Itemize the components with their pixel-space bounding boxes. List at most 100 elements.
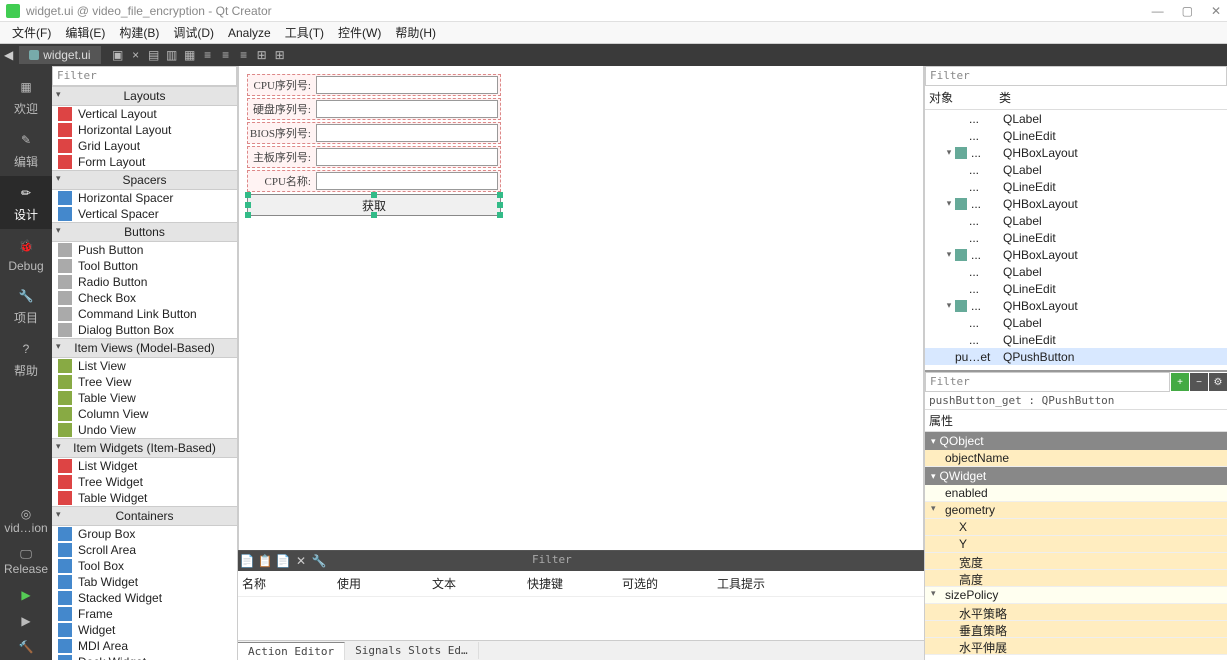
- widget-item[interactable]: Check Box: [52, 290, 237, 306]
- toolbar-icon[interactable]: ≡: [201, 48, 215, 62]
- action-column[interactable]: 文本: [432, 573, 527, 594]
- widget-category[interactable]: Buttons: [52, 222, 237, 242]
- expand-icon[interactable]: ▾: [943, 249, 955, 260]
- class-column[interactable]: 类: [999, 89, 1011, 106]
- property-row[interactable]: 高度: [925, 570, 1227, 587]
- menu-item[interactable]: Analyze: [222, 24, 277, 42]
- action-tab[interactable]: Action Editor: [238, 642, 345, 660]
- config-property-icon[interactable]: ⚙: [1209, 373, 1227, 391]
- expand-icon[interactable]: ▾: [943, 198, 955, 209]
- document-tab[interactable]: widget.ui: [19, 46, 100, 64]
- back-icon[interactable]: ◀: [4, 48, 13, 62]
- property-row[interactable]: X: [925, 519, 1227, 536]
- copy-icon[interactable]: 📋: [256, 554, 274, 568]
- property-section[interactable]: QObject: [925, 432, 1227, 450]
- widget-category[interactable]: Item Views (Model-Based): [52, 338, 237, 358]
- property-row[interactable]: 垂直策略: [925, 621, 1227, 638]
- property-row[interactable]: ▾sizePolicy: [925, 587, 1227, 604]
- widget-item[interactable]: Horizontal Layout: [52, 122, 237, 138]
- property-section[interactable]: QWidget: [925, 467, 1227, 485]
- widget-item[interactable]: MDI Area: [52, 638, 237, 654]
- menu-item[interactable]: 文件(F): [6, 22, 57, 43]
- object-row[interactable]: ...QLineEdit: [925, 331, 1227, 348]
- toolbar-icon[interactable]: ▣: [111, 48, 125, 62]
- object-row[interactable]: ...QLabel: [925, 161, 1227, 178]
- bottom-target[interactable]: ◎vid…ion: [0, 501, 52, 541]
- object-row[interactable]: ...QLineEdit: [925, 229, 1227, 246]
- action-tab[interactable]: Signals Slots Ed…: [345, 642, 479, 659]
- object-row[interactable]: ▾...QHBoxLayout: [925, 246, 1227, 263]
- object-row[interactable]: ...QLabel: [925, 263, 1227, 280]
- design-canvas[interactable]: CPU序列号:硬盘序列号:BIOS序列号:主板序列号:CPU名称: 获取: [238, 66, 924, 550]
- maximize-icon[interactable]: ▢: [1182, 4, 1193, 18]
- widget-box-filter[interactable]: Filter: [52, 66, 237, 86]
- toolbar-icon[interactable]: ▥: [165, 48, 179, 62]
- action-column[interactable]: 快捷键: [527, 573, 622, 594]
- bottom-run[interactable]: ▶: [0, 582, 52, 608]
- mode-design[interactable]: ✏设计: [0, 176, 52, 229]
- widget-item[interactable]: Undo View: [52, 422, 237, 438]
- action-column[interactable]: 名称: [242, 573, 337, 594]
- widget-item[interactable]: List Widget: [52, 458, 237, 474]
- form-input[interactable]: [316, 148, 498, 166]
- widget-item[interactable]: Horizontal Spacer: [52, 190, 237, 206]
- property-filter[interactable]: Filter: [925, 372, 1170, 392]
- widget-category[interactable]: Item Widgets (Item-Based): [52, 438, 237, 458]
- form-input[interactable]: [316, 100, 498, 118]
- config-icon[interactable]: 🔧: [310, 554, 328, 568]
- widget-item[interactable]: Form Layout: [52, 154, 237, 170]
- action-column[interactable]: 使用: [337, 573, 432, 594]
- mode-help[interactable]: ?帮助: [0, 332, 52, 385]
- widget-item[interactable]: Command Link Button: [52, 306, 237, 322]
- menu-item[interactable]: 调试(D): [167, 22, 220, 43]
- widget-category[interactable]: Spacers: [52, 170, 237, 190]
- close-icon[interactable]: ✕: [1211, 4, 1221, 18]
- object-row[interactable]: ▾...QHBoxLayout: [925, 144, 1227, 161]
- toolbar-icon[interactable]: ▤: [147, 48, 161, 62]
- property-row[interactable]: objectName: [925, 450, 1227, 467]
- object-row[interactable]: ▾...QHBoxLayout: [925, 195, 1227, 212]
- widget-item[interactable]: Tool Box: [52, 558, 237, 574]
- object-row[interactable]: ...QLabel: [925, 212, 1227, 229]
- widget-item[interactable]: Column View: [52, 406, 237, 422]
- form-input[interactable]: [316, 124, 498, 142]
- toolbar-icon[interactable]: ⊞: [273, 48, 287, 62]
- expand-icon[interactable]: ▾: [943, 147, 955, 158]
- minimize-icon[interactable]: —: [1152, 4, 1164, 18]
- delete-icon[interactable]: ✕: [292, 554, 310, 568]
- widget-item[interactable]: Tree Widget: [52, 474, 237, 490]
- property-row[interactable]: enabled: [925, 485, 1227, 502]
- bottom-build[interactable]: 🔨: [0, 634, 52, 660]
- widget-item[interactable]: List View: [52, 358, 237, 374]
- widget-item[interactable]: Tab Widget: [52, 574, 237, 590]
- object-row[interactable]: ...QLineEdit: [925, 127, 1227, 144]
- widget-item[interactable]: Tool Button: [52, 258, 237, 274]
- object-row[interactable]: ▾...QHBoxLayout: [925, 297, 1227, 314]
- bottom-monitor[interactable]: 🖵Release: [0, 541, 52, 582]
- new-action-icon[interactable]: 📄: [238, 554, 256, 568]
- object-row[interactable]: ...QLineEdit: [925, 280, 1227, 297]
- action-column[interactable]: 可选的: [622, 573, 717, 594]
- menu-item[interactable]: 构建(B): [113, 22, 165, 43]
- object-filter[interactable]: Filter: [925, 66, 1227, 86]
- expand-icon[interactable]: ▾: [931, 503, 936, 514]
- object-row[interactable]: pu…etQPushButton: [925, 348, 1227, 365]
- menu-item[interactable]: 帮助(H): [389, 22, 442, 43]
- property-row[interactable]: 水平伸展: [925, 638, 1227, 655]
- widget-item[interactable]: Widget: [52, 622, 237, 638]
- widget-category[interactable]: Containers: [52, 506, 237, 526]
- widget-item[interactable]: Radio Button: [52, 274, 237, 290]
- toolbar-icon[interactable]: ⊞: [255, 48, 269, 62]
- widget-item[interactable]: Group Box: [52, 526, 237, 542]
- widget-item[interactable]: Table Widget: [52, 490, 237, 506]
- widget-category[interactable]: Layouts: [52, 86, 237, 106]
- remove-property-icon[interactable]: −: [1190, 373, 1208, 391]
- paste-icon[interactable]: 📄: [274, 554, 292, 568]
- widget-item[interactable]: Dialog Button Box: [52, 322, 237, 338]
- widget-item[interactable]: Push Button: [52, 242, 237, 258]
- object-row[interactable]: ...QLabel: [925, 110, 1227, 127]
- expand-icon[interactable]: ▾: [943, 300, 955, 311]
- toolbar-icon[interactable]: ×: [129, 48, 143, 62]
- widget-item[interactable]: Scroll Area: [52, 542, 237, 558]
- get-button[interactable]: 获取: [247, 194, 501, 216]
